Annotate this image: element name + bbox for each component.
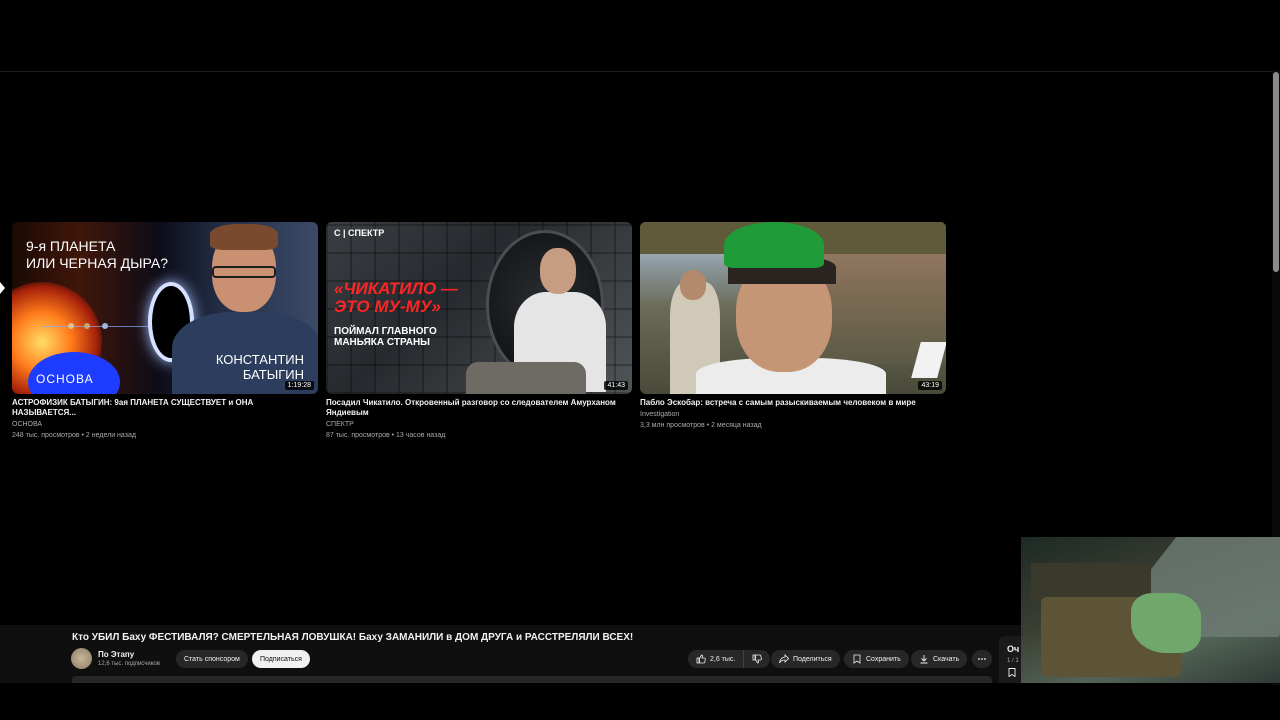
sponsor-button[interactable]: Стать спонсором [176, 650, 248, 668]
pip-cushion [1131, 593, 1201, 653]
duration-badge: 1:19:28 [284, 381, 314, 390]
video-channel[interactable]: Investigation [640, 410, 946, 419]
video-thumbnail[interactable]: 43:19 [640, 222, 946, 394]
thumbnail-headline: «ЧИКАТИЛО — ЭТО МУ-МУ» [334, 279, 458, 316]
thumbnail-subheadline: ПОЙМАЛ ГЛАВНОГО МАНЬЯКА СТРАНЫ [334, 326, 437, 348]
avatar[interactable] [71, 648, 92, 669]
download-icon [920, 655, 928, 664]
share-button[interactable]: Поделиться [771, 650, 840, 668]
bookmark-icon[interactable] [1008, 668, 1016, 677]
share-icon [779, 654, 789, 664]
person-hair [210, 224, 278, 250]
thumbs-up-icon [696, 654, 706, 664]
channel-name[interactable]: По Этапу [98, 650, 134, 659]
thumbnail-name: КОНСТАНТИН БАТЫГИН [215, 352, 304, 382]
playlist-count: 1 / 1 [1007, 658, 1019, 664]
more-actions-button[interactable] [972, 650, 992, 668]
playlist-panel[interactable]: Оч 1 / 1 [999, 636, 1021, 683]
video-title[interactable]: Посадил Чикатило. Откровенный разговор с… [326, 398, 632, 418]
thumbnail-logo-text: ОСНОВА [36, 372, 94, 386]
thumbs-down-icon [752, 654, 763, 664]
video-card[interactable]: 43:19 Пабло Эскобар: встреча с самым раз… [640, 222, 946, 430]
video-channel[interactable]: ОСНОВА [12, 420, 318, 429]
description-box-edge [72, 676, 992, 683]
like-dislike-group: 2,6 тыс. [688, 650, 771, 668]
like-button[interactable]: 2,6 тыс. [688, 650, 745, 668]
planet-dot [102, 323, 108, 329]
sponsor-label: Стать спонсором [184, 655, 240, 663]
download-button[interactable]: Скачать [911, 650, 968, 668]
mouse-cursor [0, 282, 5, 294]
video-meta: 3,3 млн просмотров • 2 месяца назад [640, 422, 762, 429]
save-button[interactable]: Сохранить [844, 650, 909, 668]
save-label: Сохранить [866, 655, 901, 663]
scrollbar-thumb[interactable] [1273, 72, 1279, 272]
pip-shelf [1031, 563, 1151, 601]
background-person-head [680, 270, 706, 300]
more-icon [978, 658, 986, 660]
top-divider [0, 71, 1272, 72]
glasses-graphic [212, 266, 276, 278]
subscriber-count: 12,6 тыс. подписчиков [98, 661, 160, 667]
video-meta: 87 тыс. просмотров • 13 часов назад [326, 432, 446, 439]
video-channel[interactable]: СПЕКТР [326, 420, 632, 429]
webcam-overlay [1021, 537, 1280, 683]
video-thumbnail[interactable]: 9-я ПЛАНЕТА ИЛИ ЧЕРНАЯ ДЫРА? КОНСТАНТИН … [12, 222, 318, 394]
share-label: Поделиться [793, 655, 832, 663]
video-card[interactable]: С | СПЕКТР «ЧИКАТИЛО — ЭТО МУ-МУ» ПОЙМАЛ… [326, 222, 632, 440]
playlist-title: Оч [1007, 644, 1020, 654]
save-icon [853, 654, 861, 664]
subscribe-label: Подписаться [260, 655, 302, 663]
video-card[interactable]: 9-я ПЛАНЕТА ИЛИ ЧЕРНАЯ ДЫРА? КОНСТАНТИН … [12, 222, 318, 440]
subscribe-button[interactable]: Подписаться [252, 650, 310, 668]
video-meta: 248 тыс. просмотров • 2 недели назад [12, 432, 136, 439]
person-legs [466, 362, 586, 394]
video-title[interactable]: Пабло Эскобар: встреча с самым разыскива… [640, 398, 946, 408]
like-count: 2,6 тыс. [710, 655, 736, 663]
planet-dot [84, 323, 90, 329]
dislike-button[interactable] [744, 650, 770, 668]
thumbnail-brand: С | СПЕКТР [334, 228, 385, 238]
duration-badge: 43:19 [918, 381, 942, 390]
duration-badge: 41:43 [604, 381, 628, 390]
video-title[interactable]: АСТРОФИЗИК БАТЫГИН: 9ая ПЛАНЕТА СУЩЕСТВУ… [12, 398, 318, 418]
thumbnail-caption: 9-я ПЛАНЕТА ИЛИ ЧЕРНАЯ ДЫРА? [26, 238, 169, 271]
planet-dot [68, 323, 74, 329]
video-thumbnail[interactable]: С | СПЕКТР «ЧИКАТИЛО — ЭТО МУ-МУ» ПОЙМАЛ… [326, 222, 632, 394]
green-cap [724, 222, 824, 268]
now-playing-title: Кто УБИЛ Баху ФЕСТИВАЛЯ? СМЕРТЕЛЬНАЯ ЛОВ… [72, 632, 634, 643]
download-label: Скачать [933, 655, 960, 663]
person-head [540, 248, 576, 294]
